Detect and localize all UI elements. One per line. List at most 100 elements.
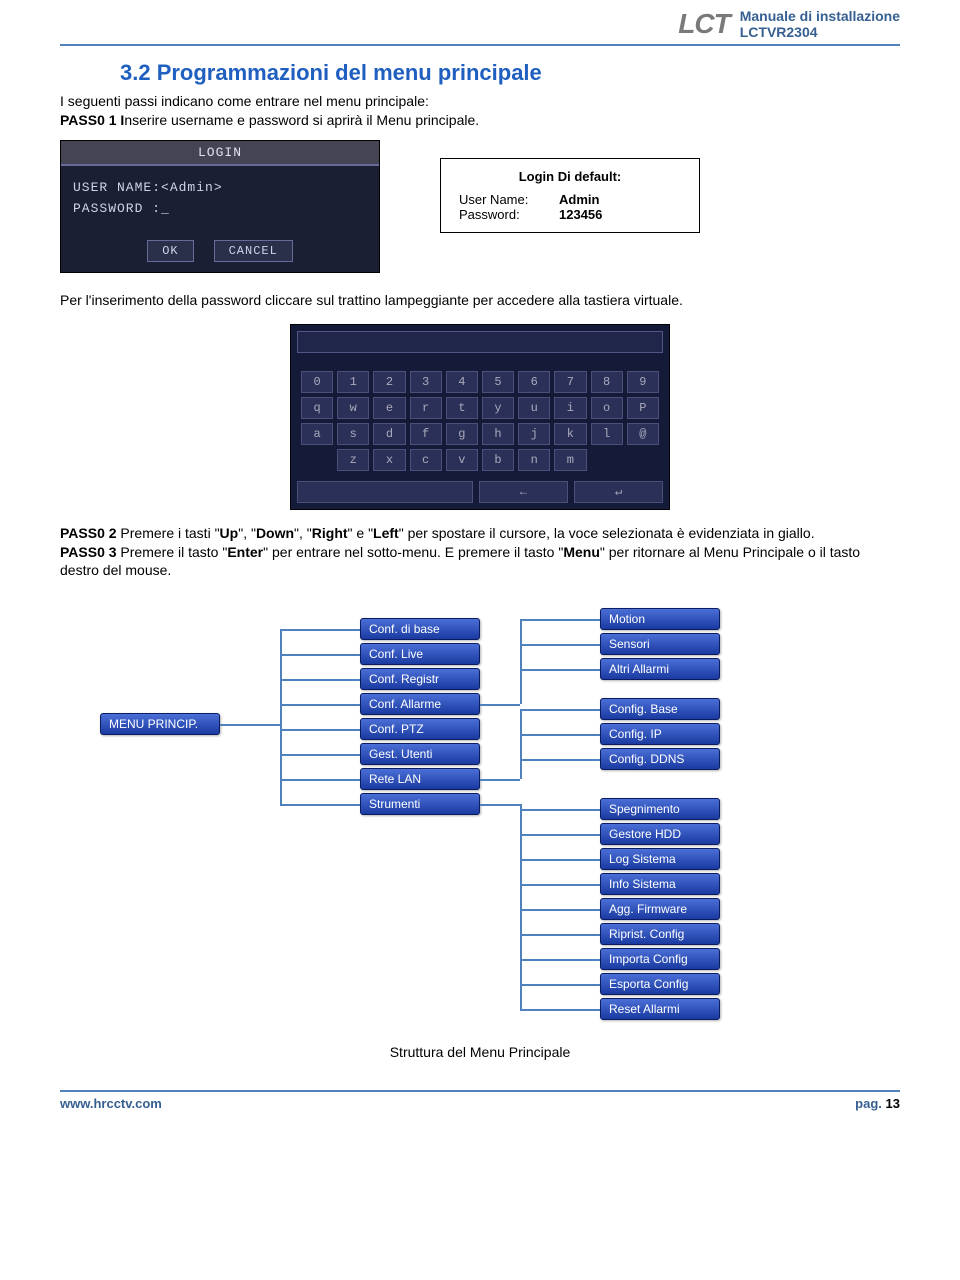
- pass0-1: PASS0 1 Inserire username e password si …: [60, 111, 900, 130]
- menu-node: Motion: [600, 608, 720, 630]
- keyboard-space-key[interactable]: [297, 481, 473, 503]
- intro-text: I seguenti passi indicano come entrare n…: [60, 92, 900, 111]
- footer-page-label: pag.: [855, 1096, 882, 1111]
- keyboard-key[interactable]: x: [373, 449, 405, 471]
- keyboard-key[interactable]: a: [301, 423, 333, 445]
- keyboard-key[interactable]: r: [410, 397, 442, 419]
- header-manual-title: Manuale di installazione: [740, 8, 900, 24]
- keyboard-key[interactable]: f: [410, 423, 442, 445]
- menu-node: Gest. Utenti: [360, 743, 480, 765]
- pass0-2-label: PASS0 2: [60, 525, 117, 541]
- header-model: LCTVR2304: [740, 24, 900, 40]
- keyboard-key[interactable]: v: [446, 449, 478, 471]
- logo: LCT: [678, 8, 729, 40]
- keyboard-key[interactable]: y: [482, 397, 514, 419]
- keyboard-key[interactable]: 6: [518, 371, 550, 393]
- keyboard-key[interactable]: g: [446, 423, 478, 445]
- menu-node: Conf. Live: [360, 643, 480, 665]
- login-cancel-button[interactable]: CANCEL: [214, 240, 293, 262]
- footer-url: www.hrcctv.com: [60, 1096, 162, 1111]
- menu-node: Config. IP: [600, 723, 720, 745]
- menu-node: Rete LAN: [360, 768, 480, 790]
- keyboard-key[interactable]: @: [627, 423, 659, 445]
- keyboard-key[interactable]: 4: [446, 371, 478, 393]
- default-login-box: Login Di default: User Name: Admin Passw…: [440, 158, 700, 233]
- keyboard-backspace-key[interactable]: ←: [479, 481, 568, 503]
- menu-node: Esporta Config: [600, 973, 720, 995]
- menu-node: Conf. di base: [360, 618, 480, 640]
- menu-node: Importa Config: [600, 948, 720, 970]
- keyboard-key[interactable]: 0: [301, 371, 333, 393]
- menu-node: Conf. Allarme: [360, 693, 480, 715]
- default-user-value: Admin: [559, 192, 599, 207]
- keyboard-key[interactable]: z: [337, 449, 369, 471]
- menu-node: Config. DDNS: [600, 748, 720, 770]
- keyboard-key[interactable]: 3: [410, 371, 442, 393]
- keyboard-key[interactable]: m: [554, 449, 586, 471]
- keyboard-key[interactable]: 1: [337, 371, 369, 393]
- login-password-line: PASSWORD :_: [73, 201, 367, 216]
- default-login-title: Login Di default:: [459, 169, 681, 184]
- keyboard-key[interactable]: t: [446, 397, 478, 419]
- menu-node: Conf. PTZ: [360, 718, 480, 740]
- page-footer: www.hrcctv.com pag. 13: [60, 1096, 900, 1111]
- header-rule: [60, 44, 900, 46]
- tree-caption: Struttura del Menu Principale: [60, 1044, 900, 1060]
- default-user-key: User Name:: [459, 192, 559, 207]
- footer-page-number: 13: [886, 1096, 900, 1111]
- pass0-1-label: PASS0 1 I: [60, 112, 124, 128]
- keyboard-key[interactable]: h: [482, 423, 514, 445]
- page-header: LCT Manuale di installazione LCTVR2304: [60, 0, 900, 40]
- pass0-2: PASS0 2 Premere i tasti "Up", "Down", "R…: [60, 524, 900, 543]
- virtual-keyboard-screenshot: 0123456789qwertyuioPasdfghjkl@zxcvbnm ← …: [290, 324, 670, 510]
- keyboard-key[interactable]: d: [373, 423, 405, 445]
- menu-node: Spegnimento: [600, 798, 720, 820]
- keyboard-key[interactable]: 7: [554, 371, 586, 393]
- menu-node: MENU PRINCIP.: [100, 713, 220, 735]
- keyboard-key[interactable]: o: [591, 397, 623, 419]
- password-hint-text: Per l'inserimento della password cliccar…: [60, 291, 900, 310]
- keyboard-key[interactable]: c: [410, 449, 442, 471]
- keyboard-key[interactable]: P: [627, 397, 659, 419]
- keyboard-enter-key[interactable]: ↵: [574, 481, 663, 503]
- keyboard-key[interactable]: n: [518, 449, 550, 471]
- section-title: 3.2 Programmazioni del menu principale: [120, 60, 900, 86]
- keyboard-key[interactable]: q: [301, 397, 333, 419]
- login-username-line: USER NAME:<Admin>: [73, 180, 367, 195]
- keyboard-key[interactable]: k: [554, 423, 586, 445]
- keyboard-key[interactable]: j: [518, 423, 550, 445]
- pass0-1-text: nserire username e password si aprirà il…: [124, 112, 479, 128]
- menu-node: Reset Allarmi: [600, 998, 720, 1020]
- keyboard-key[interactable]: l: [591, 423, 623, 445]
- keyboard-key[interactable]: i: [554, 397, 586, 419]
- keyboard-key[interactable]: s: [337, 423, 369, 445]
- login-screenshot: LOGIN USER NAME:<Admin> PASSWORD :_ OK C…: [60, 140, 380, 273]
- keyboard-key[interactable]: 8: [591, 371, 623, 393]
- keyboard-key[interactable]: u: [518, 397, 550, 419]
- keyboard-key[interactable]: w: [337, 397, 369, 419]
- menu-node: Config. Base: [600, 698, 720, 720]
- default-pass-value: 123456: [559, 207, 602, 222]
- pass0-3: PASS0 3 Premere il tasto "Enter" per ent…: [60, 543, 900, 581]
- keyboard-key[interactable]: e: [373, 397, 405, 419]
- menu-node: Gestore HDD: [600, 823, 720, 845]
- menu-node: Altri Allarmi: [600, 658, 720, 680]
- footer-rule: [60, 1090, 900, 1092]
- login-title: LOGIN: [61, 141, 379, 166]
- menu-node: Info Sistema: [600, 873, 720, 895]
- default-pass-key: Password:: [459, 207, 559, 222]
- pass0-3-label: PASS0 3: [60, 544, 117, 560]
- menu-node: Riprist. Config: [600, 923, 720, 945]
- menu-node: Log Sistema: [600, 848, 720, 870]
- menu-tree-diagram: MENU PRINCIP. Conf. di base Conf. Live Conf…: [100, 598, 860, 1038]
- keyboard-key[interactable]: 9: [627, 371, 659, 393]
- menu-node: Conf. Registr: [360, 668, 480, 690]
- keyboard-key[interactable]: 5: [482, 371, 514, 393]
- menu-node: Agg. Firmware: [600, 898, 720, 920]
- menu-node: Sensori: [600, 633, 720, 655]
- keyboard-key[interactable]: 2: [373, 371, 405, 393]
- login-ok-button[interactable]: OK: [147, 240, 193, 262]
- keyboard-key[interactable]: b: [482, 449, 514, 471]
- keyboard-input-field[interactable]: [297, 331, 663, 353]
- menu-node: Strumenti: [360, 793, 480, 815]
